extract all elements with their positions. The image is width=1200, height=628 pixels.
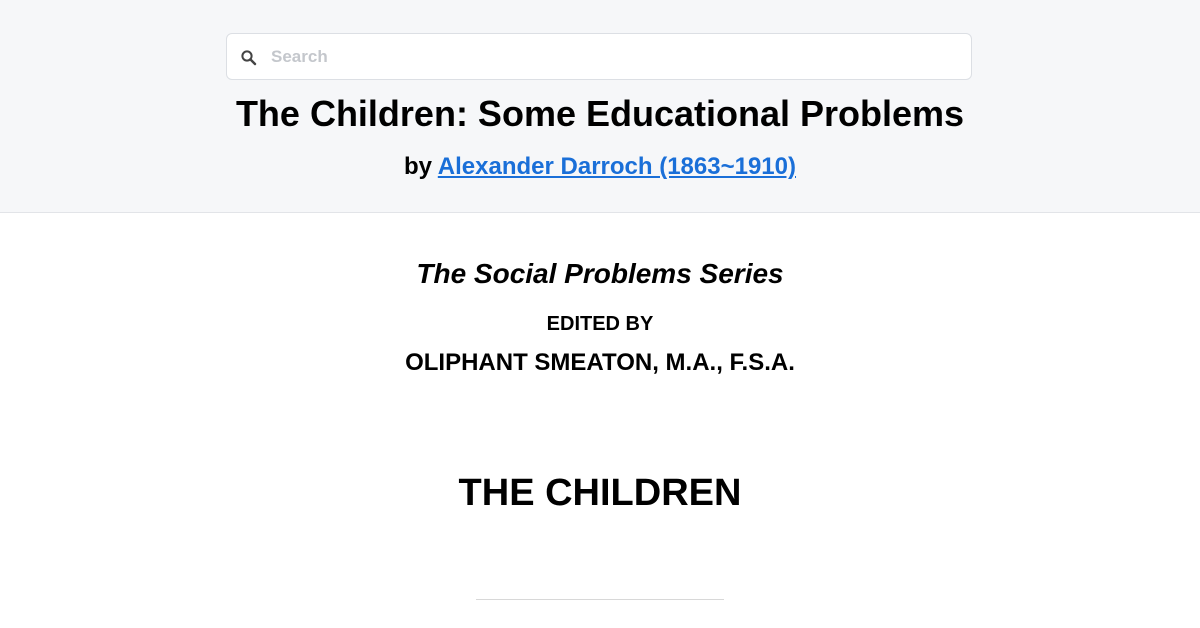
- series-title: The Social Problems Series: [416, 258, 784, 289]
- edited-by-label: EDITED BY: [546, 313, 654, 335]
- page-header: The Children: Some Educational Problems …: [0, 0, 1200, 213]
- editor-name: OLIPHANT SMEATON, M.A., F.S.A.: [405, 349, 795, 376]
- search-icon: [240, 49, 258, 67]
- author-link[interactable]: Alexander Darroch (1863~1910): [438, 153, 796, 180]
- divider: [476, 599, 724, 600]
- byline-prefix: by: [404, 153, 438, 180]
- book-title: The Children: Some Educational Problems: [235, 93, 965, 134]
- byline: by Alexander Darroch (1863~1910): [0, 151, 1200, 183]
- search-box[interactable]: [226, 33, 972, 80]
- search-input[interactable]: [271, 34, 961, 79]
- main-heading: THE CHILDREN: [458, 472, 742, 514]
